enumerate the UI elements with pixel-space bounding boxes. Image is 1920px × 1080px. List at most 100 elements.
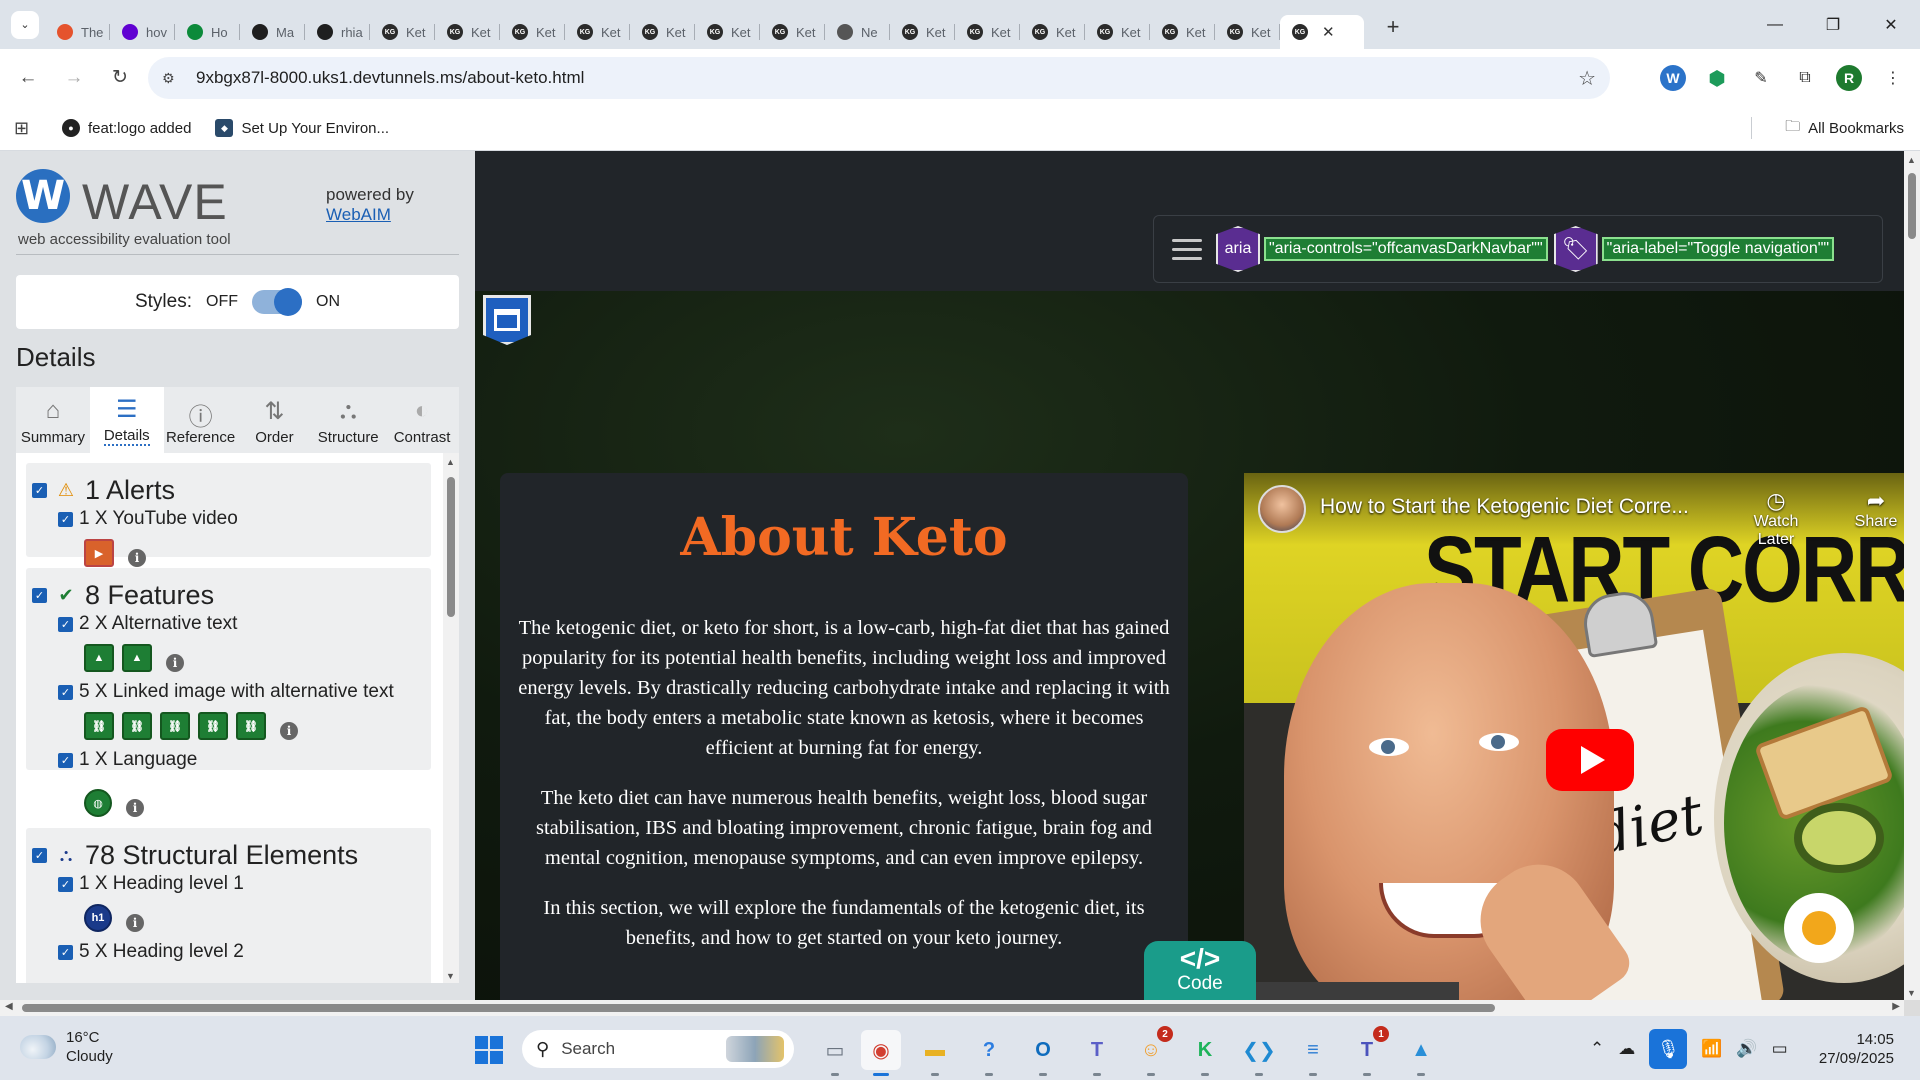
all-bookmarks-button[interactable]: 🗀 All Bookmarks	[1785, 116, 1904, 141]
tab-reference[interactable]: ⓘ Reference	[164, 387, 238, 453]
code-button[interactable]: </> Code	[1144, 941, 1256, 1000]
scroll-left-icon[interactable]: ◀	[5, 1001, 13, 1012]
browser-tab[interactable]: KG Ket	[955, 15, 1020, 49]
info-icon[interactable]: i	[166, 654, 184, 672]
linked-image-icon[interactable]: ⛓	[84, 712, 114, 740]
alerts-checkbox[interactable]: ✓	[32, 482, 47, 498]
active-tab[interactable]: KG ✕	[1280, 15, 1364, 49]
browser-tab[interactable]: KG Ket	[630, 15, 695, 49]
taskbar-app-chrome[interactable]: ◉	[861, 1030, 901, 1076]
taskbar-app-photos[interactable]: ▲	[1401, 1030, 1441, 1076]
panel-scrollbar[interactable]: ▲ ▼	[443, 453, 459, 983]
tab-details[interactable]: ☰ Details	[89, 387, 164, 453]
language-globe-icon[interactable]: ◍	[84, 789, 112, 817]
battery-icon[interactable]: ▭	[1772, 1039, 1788, 1059]
site-info-icon[interactable]: ⚙	[162, 70, 182, 87]
navbar-toggler[interactable]: aria "aria-controls="offcanvasDarkNavbar…	[1153, 215, 1883, 283]
browser-tab[interactable]: KG Ket	[1150, 15, 1215, 49]
new-tab-button[interactable]: +	[1376, 10, 1410, 44]
address-bar[interactable]: ⚙ 9xbgx87l-8000.uks1.devtunnels.ms/about…	[148, 57, 1610, 99]
structure-checkbox[interactable]: ✓	[32, 847, 47, 863]
onedrive-icon[interactable]: ☁	[1618, 1039, 1635, 1059]
linked-image-icon[interactable]: ⛓	[122, 712, 152, 740]
browser-tab[interactable]: Ne	[825, 15, 890, 49]
tag-badge-icon[interactable]: 🏷	[1553, 226, 1598, 272]
browser-tab[interactable]: KG Ket	[370, 15, 435, 49]
webaim-link[interactable]: WebAIM	[326, 205, 391, 224]
browser-tab[interactable]: KG Ket	[1215, 15, 1280, 49]
reload-button[interactable]: ↻	[102, 60, 138, 96]
item-checkbox[interactable]: ✓	[58, 944, 73, 960]
taskbar-search[interactable]: ⚲ Search	[522, 1030, 794, 1068]
browser-tab[interactable]: The	[45, 15, 110, 49]
taskbar-app-kite[interactable]: K	[1185, 1030, 1225, 1076]
aria-badge-icon[interactable]: aria	[1216, 226, 1260, 272]
minimize-button[interactable]: —	[1746, 0, 1804, 49]
page-vertical-scrollbar[interactable]: ▲ ▼	[1904, 151, 1920, 1000]
details-panel[interactable]: ✓ ⚠ 1 Alerts ✓ 1 X YouTube video ▶ i ✓ ✔…	[16, 453, 459, 983]
forward-button[interactable]: →	[56, 60, 92, 96]
share-button[interactable]: ➦ Share	[1841, 489, 1904, 531]
landmark-region-icon[interactable]	[483, 295, 531, 345]
browser-tab[interactable]: KG Ket	[565, 15, 630, 49]
youtube-alert-icon[interactable]: ▶	[84, 539, 114, 567]
video-title[interactable]: How to Start the Ketogenic Diet Corre...	[1320, 495, 1689, 519]
taskbar-app-task-view[interactable]: ▭	[815, 1030, 855, 1076]
weather-widget[interactable]: 16°C Cloudy	[20, 1028, 113, 1066]
info-icon[interactable]: i	[126, 799, 144, 817]
close-tab-icon[interactable]: ✕	[1322, 23, 1335, 41]
browser-tab[interactable]: KG Ket	[695, 15, 760, 49]
panel-scroll-thumb[interactable]	[447, 477, 455, 617]
start-button[interactable]	[475, 1036, 503, 1064]
linked-image-icon[interactable]: ⛓	[198, 712, 228, 740]
scroll-up-icon[interactable]: ▲	[446, 457, 455, 467]
wifi-icon[interactable]: 📶	[1701, 1039, 1722, 1059]
scroll-down-icon[interactable]: ▼	[1907, 988, 1916, 998]
taskbar-app-notepad[interactable]: ≡	[1293, 1030, 1333, 1076]
item-checkbox[interactable]: ✓	[58, 876, 73, 892]
linked-image-icon[interactable]: ⛓	[236, 712, 266, 740]
item-checkbox[interactable]: ✓	[58, 684, 73, 700]
watch-later-button[interactable]: ◷ Watch Later	[1741, 489, 1811, 549]
item-checkbox[interactable]: ✓	[58, 616, 73, 632]
taskbar-app-help[interactable]: ?	[969, 1030, 1009, 1076]
taskbar-app-teams-classic[interactable]: T1	[1347, 1026, 1389, 1076]
volume-icon[interactable]: 🔊	[1736, 1039, 1757, 1059]
profile-avatar[interactable]: R	[1836, 65, 1862, 91]
browser-tab[interactable]: hov	[110, 15, 175, 49]
alt-text-image-icon[interactable]: ▲	[84, 644, 114, 672]
channel-avatar[interactable]	[1258, 485, 1306, 533]
tab-contrast[interactable]: ◐ Contrast	[385, 387, 459, 453]
tab-search-button[interactable]: ⌄	[11, 10, 39, 39]
scroll-right-icon[interactable]: ▶	[1892, 1001, 1900, 1012]
info-icon[interactable]: i	[126, 914, 144, 932]
alt-text-image-icon[interactable]: ▲	[122, 644, 152, 672]
taskbar-app-vscode[interactable]: ❮❯	[1239, 1030, 1279, 1076]
browser-tab[interactable]: Ho	[175, 15, 240, 49]
browser-tab[interactable]: KG Ket	[760, 15, 825, 49]
url-text[interactable]: 9xbgx87l-8000.uks1.devtunnels.ms/about-k…	[196, 68, 584, 88]
scroll-down-icon[interactable]: ▼	[446, 971, 455, 981]
microphone-icon[interactable]: 🎙	[1649, 1029, 1688, 1069]
tab-summary[interactable]: ⌂ Summary	[16, 387, 90, 453]
tray-overflow-icon[interactable]: ⌃	[1590, 1039, 1604, 1059]
item-checkbox[interactable]: ✓	[58, 511, 73, 527]
bookmark-item[interactable]: ◆ Set Up Your Environ...	[215, 119, 389, 137]
youtube-video-embed[interactable]: START CORRE O diet How to Start the Keto…	[1244, 473, 1904, 1000]
taskbar-app-copilot-chat[interactable]: ☺ 2	[1131, 1026, 1173, 1076]
tab-order[interactable]: ⇅ Order	[237, 387, 311, 453]
browser-tab[interactable]: KG Ket	[1020, 15, 1085, 49]
back-button[interactable]: ←	[10, 60, 46, 96]
play-button[interactable]	[1546, 729, 1634, 791]
apps-grid-icon[interactable]: ⊞	[14, 118, 38, 139]
wave-extension-icon[interactable]: W	[1660, 65, 1686, 91]
close-window-button[interactable]: ✕	[1862, 0, 1920, 49]
tab-structure[interactable]: ⛬ Structure	[311, 387, 385, 453]
taskbar-app-teams[interactable]: T	[1077, 1030, 1117, 1076]
bookmark-item[interactable]: ● feat:logo added	[62, 119, 191, 137]
shield-extension-icon[interactable]: ⬢	[1704, 65, 1730, 91]
hamburger-icon[interactable]	[1172, 238, 1202, 260]
info-icon[interactable]: i	[128, 549, 146, 567]
browser-tab[interactable]: KG Ket	[500, 15, 565, 49]
menu-kebab-icon[interactable]: ⋮	[1880, 65, 1906, 91]
